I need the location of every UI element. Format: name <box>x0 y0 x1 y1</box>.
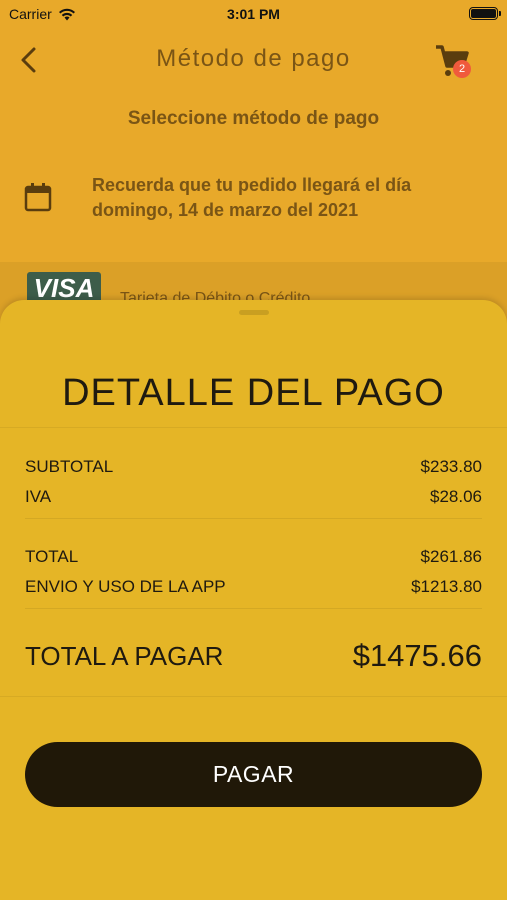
status-time: 3:01 PM <box>227 6 280 22</box>
total-label: TOTAL <box>25 547 79 566</box>
payment-detail-sheet: DETALLE DEL PAGO SUBTOTAL $233.80 IVA $2… <box>0 300 507 900</box>
iva-row: IVA $28.06 <box>25 487 482 507</box>
battery-icon <box>469 7 501 20</box>
divider <box>0 427 507 428</box>
sheet-handle[interactable] <box>239 310 269 315</box>
subtotal-label: SUBTOTAL <box>25 457 114 476</box>
grand-total-value: $1475.66 <box>352 638 482 673</box>
cart-badge: 2 <box>453 60 471 78</box>
envio-value: $1213.80 <box>411 577 482 596</box>
grand-total-row: TOTAL A PAGAR $1475.66 <box>25 638 482 674</box>
divider <box>25 518 482 519</box>
grand-total-label: TOTAL A PAGAR <box>25 640 224 671</box>
status-bar: Carrier 3:01 PM <box>0 0 507 28</box>
subtotal-row: SUBTOTAL $233.80 <box>25 457 482 477</box>
sheet-title: DETALLE DEL PAGO <box>62 372 445 414</box>
divider <box>25 608 482 609</box>
pay-button[interactable]: PAGAR <box>25 742 482 807</box>
calendar-icon <box>24 183 52 212</box>
iva-label: IVA <box>25 487 52 506</box>
divider <box>0 696 507 697</box>
envio-label: ENVIO Y USO DE LA APP <box>25 577 226 596</box>
envio-row: ENVIO Y USO DE LA APP $1213.80 <box>25 577 482 597</box>
delivery-notice: Recuerda que tu pedido llegará el día do… <box>92 175 412 220</box>
total-value: $261.86 <box>420 547 482 566</box>
section-subtitle: Seleccione método de pago <box>127 108 380 129</box>
page-title: Método de pago <box>156 45 351 72</box>
iva-value: $28.06 <box>430 487 482 506</box>
subtotal-value: $233.80 <box>420 457 482 476</box>
total-row: TOTAL $261.86 <box>25 547 482 567</box>
